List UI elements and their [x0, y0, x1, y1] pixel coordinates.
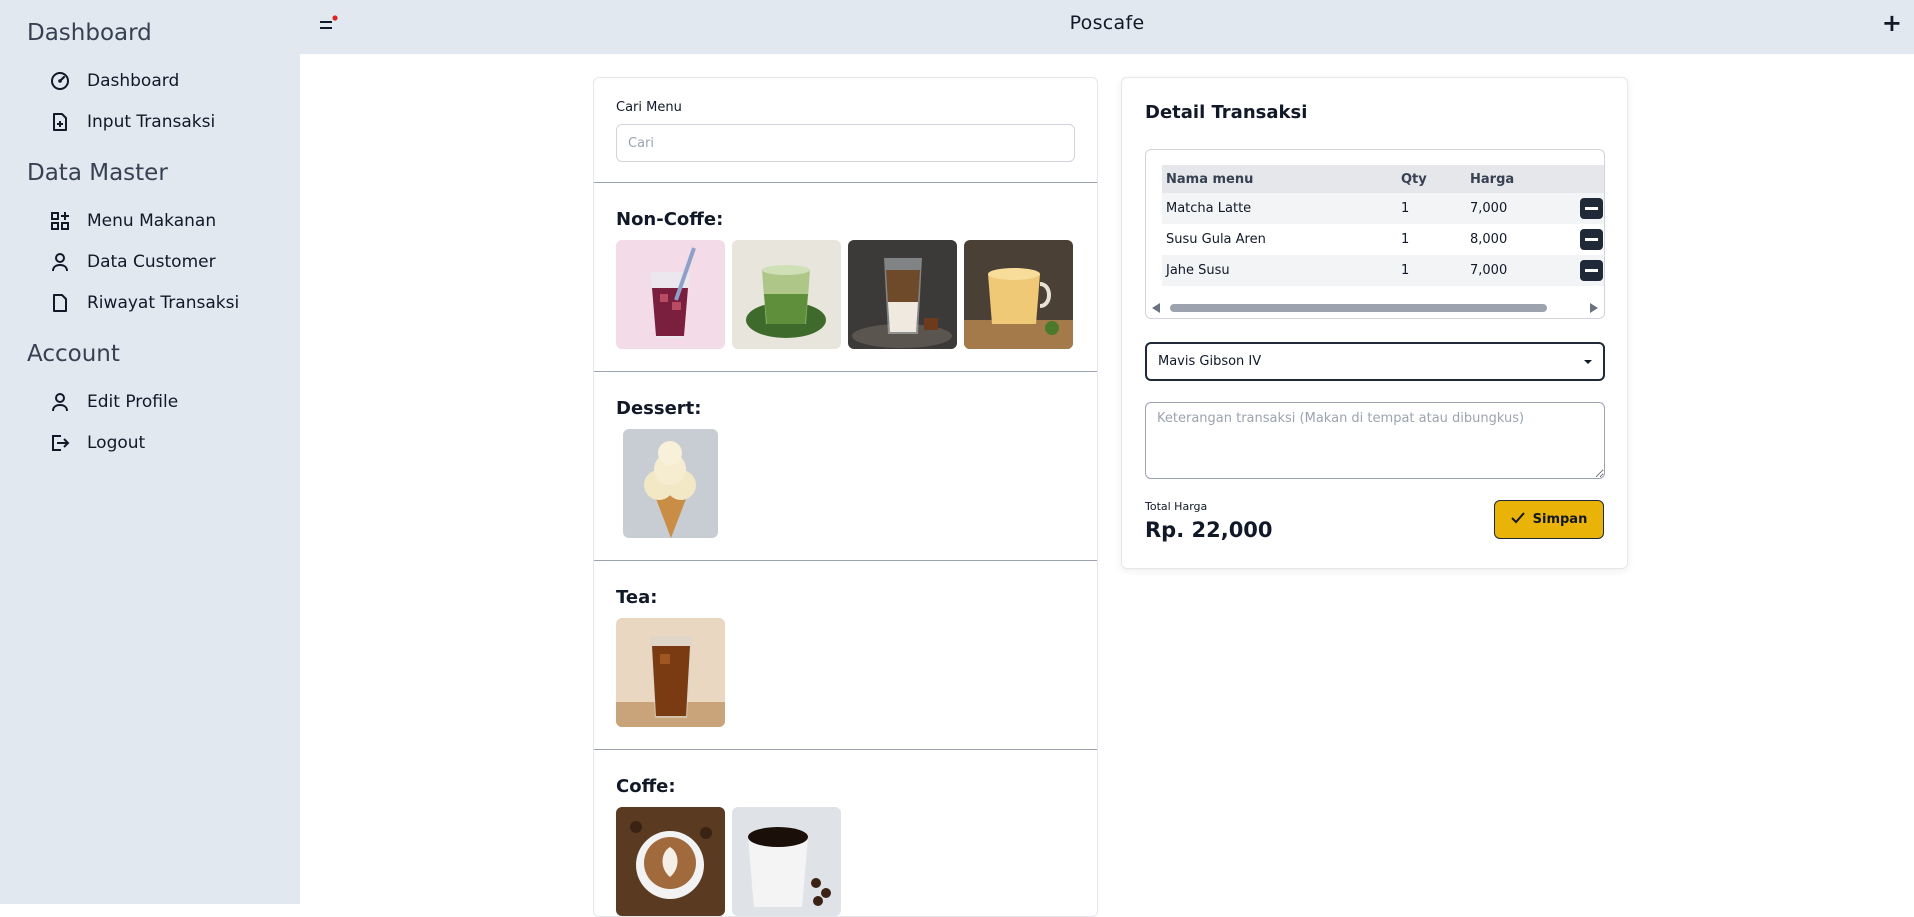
menu-item-matcha-drink[interactable]: [732, 240, 841, 349]
save-button[interactable]: Simpan: [1494, 500, 1604, 539]
minus-icon: [1585, 207, 1598, 210]
column-header-name: Nama menu: [1166, 171, 1254, 187]
column-header-price: Harga: [1470, 171, 1515, 187]
sidebar-item-label: Dashboard: [87, 70, 180, 91]
sidebar-section-title: Account: [27, 341, 120, 367]
sidebar-section-title: Data Master: [27, 160, 168, 186]
user-icon: [49, 251, 71, 273]
menu-item-iced-latte[interactable]: [848, 240, 957, 349]
row-qty: 1: [1401, 263, 1410, 278]
sidebar-item-label: Menu Makanan: [87, 210, 217, 231]
detail-title: Detail Transaksi: [1145, 102, 1308, 123]
sidebar-section-data-master: Data Master Menu Makanan Data Customer R…: [27, 158, 300, 323]
order-table: Nama menu Qty Harga Matcha Latte 1 7,000…: [1162, 165, 1604, 286]
sidebar-item-label: Input Transaksi: [87, 111, 216, 132]
horizontal-scrollbar[interactable]: [1152, 302, 1598, 314]
row-name: Matcha Latte: [1166, 201, 1252, 216]
table-row: Susu Gula Aren 1 8,000: [1162, 224, 1604, 255]
sidebar-item-input-transaksi[interactable]: Input Transaksi: [27, 101, 300, 142]
check-icon: [1510, 511, 1525, 528]
top-bar: Poscafe +: [300, 0, 1914, 54]
sidebar-item-menu-makanan[interactable]: Menu Makanan: [27, 200, 300, 241]
file-icon: [49, 292, 71, 314]
scrollbar-thumb[interactable]: [1170, 304, 1547, 312]
category-non-coffe: Non-Coffe:: [594, 183, 1097, 372]
column-header-qty: Qty: [1401, 171, 1427, 187]
table-row: Matcha Latte 1 7,000: [1162, 193, 1604, 224]
add-button[interactable]: +: [1882, 9, 1902, 37]
minus-icon: [1585, 238, 1598, 241]
row-price: 7,000: [1470, 201, 1508, 216]
menu-item-milk-tea[interactable]: [964, 240, 1073, 349]
menu-item-latte-art[interactable]: [616, 807, 725, 916]
remove-item-button[interactable]: [1580, 260, 1603, 281]
row-name: Jahe Susu: [1166, 263, 1230, 278]
category-title: Coffe:: [616, 776, 676, 797]
sidebar-item-data-customer[interactable]: Data Customer: [27, 241, 300, 282]
sidebar: Dashboard Dashboard Input Transaksi Data…: [0, 0, 300, 904]
category-title: Dessert:: [616, 398, 702, 419]
order-table-container: Nama menu Qty Harga Matcha Latte 1 7,000…: [1145, 149, 1605, 319]
menu-item-iced-berry-drink[interactable]: [616, 240, 725, 349]
sidebar-item-label: Logout: [87, 432, 146, 453]
row-qty: 1: [1401, 232, 1410, 247]
total-value: Rp. 22,000: [1145, 518, 1273, 542]
customer-selected-value: Mavis Gibson IV: [1158, 354, 1262, 369]
category-title: Non-Coffe:: [616, 209, 724, 230]
row-price: 7,000: [1470, 263, 1508, 278]
sidebar-item-label: Riwayat Transaksi: [87, 292, 240, 313]
remove-item-button[interactable]: [1580, 198, 1603, 219]
scroll-right-icon[interactable]: [1590, 303, 1598, 313]
total-label: Total Harga: [1145, 500, 1208, 513]
minus-icon: [1585, 269, 1598, 272]
gauge-icon: [49, 70, 71, 92]
category-dessert: Dessert:: [594, 372, 1097, 561]
save-button-label: Simpan: [1532, 512, 1588, 527]
search-block: Cari Menu: [594, 78, 1097, 183]
sidebar-section-title: Dashboard: [27, 20, 152, 46]
menu-panel: Cari Menu Non-Coffe: Dessert:: [593, 77, 1098, 917]
column-header-action: [1576, 165, 1604, 193]
file-plus-icon: [49, 111, 71, 133]
sidebar-item-edit-profile[interactable]: Edit Profile: [27, 381, 300, 422]
category-tea: Tea:: [594, 561, 1097, 750]
sidebar-item-dashboard[interactable]: Dashboard: [27, 60, 300, 101]
sidebar-item-logout[interactable]: Logout: [27, 422, 300, 463]
user-icon: [49, 391, 71, 413]
row-name: Susu Gula Aren: [1166, 232, 1266, 247]
sidebar-item-label: Edit Profile: [87, 391, 179, 412]
menu-item-black-coffee[interactable]: [732, 807, 841, 916]
sidebar-section-account: Account Edit Profile Logout: [27, 339, 300, 463]
customer-select[interactable]: Mavis Gibson IV: [1145, 342, 1605, 381]
transaction-detail-panel: Detail Transaksi Nama menu Qty Harga Mat…: [1121, 77, 1628, 569]
sidebar-item-riwayat-transaksi[interactable]: Riwayat Transaksi: [27, 282, 300, 323]
search-input[interactable]: [616, 124, 1075, 162]
app-title: Poscafe: [1069, 12, 1145, 34]
search-label: Cari Menu: [616, 100, 682, 115]
menu-item-iced-tea[interactable]: [616, 618, 725, 727]
row-price: 8,000: [1470, 232, 1508, 247]
table-header-row: Nama menu Qty Harga: [1162, 165, 1604, 193]
table-row: Jahe Susu 1 7,000: [1162, 255, 1604, 286]
menu-item-ice-cream-cone[interactable]: [623, 429, 718, 538]
grid-plus-icon: [49, 210, 71, 232]
sidebar-section-dashboard: Dashboard Dashboard Input Transaksi: [27, 18, 300, 142]
sidebar-item-label: Data Customer: [87, 251, 216, 272]
transaction-note-field[interactable]: [1145, 402, 1605, 479]
row-qty: 1: [1401, 201, 1410, 216]
category-coffe: Coffe:: [594, 750, 1097, 916]
category-title: Tea:: [616, 587, 658, 608]
logout-icon: [49, 432, 71, 454]
remove-item-button[interactable]: [1580, 229, 1603, 250]
scroll-left-icon[interactable]: [1152, 303, 1160, 313]
chevron-down-icon: [1584, 359, 1592, 364]
